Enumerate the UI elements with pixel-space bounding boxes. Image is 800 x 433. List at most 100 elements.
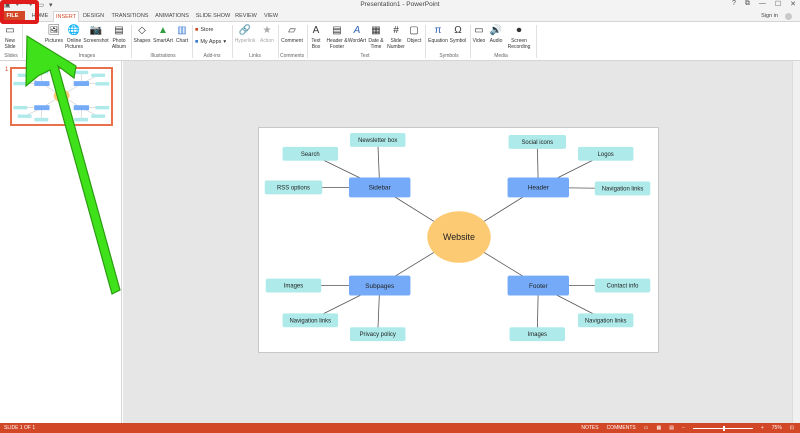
center-node-website[interactable]: Website: [427, 211, 491, 263]
leaf-node-logos[interactable]: Logos: [577, 146, 634, 161]
leaf-node-images[interactable]: [13, 105, 28, 110]
slide-sorter-icon[interactable]: ▦: [656, 423, 661, 433]
text-box-button[interactable]: A Text Box: [309, 24, 323, 50]
chart-button[interactable]: ▥ Chart: [175, 24, 189, 44]
group-label-media: Media: [494, 53, 508, 59]
ribbon-display-icon[interactable]: ⧉: [745, 0, 750, 8]
symbol-button[interactable]: Ω Symbol: [449, 24, 467, 44]
omega-icon: Ω: [454, 24, 462, 36]
new-slide-button[interactable]: ▭ New Slide: [2, 24, 18, 50]
online-pictures-button[interactable]: 🌐 Online Pictures: [64, 24, 84, 50]
comment-button[interactable]: ▱ Comment: [280, 24, 304, 44]
tab-animations[interactable]: ANIMATIONS: [152, 11, 192, 22]
leaf-node-search[interactable]: [17, 73, 32, 78]
leaf-node-navigation-links[interactable]: [95, 82, 110, 86]
leaf-node-logos[interactable]: [91, 73, 106, 78]
sign-in-link[interactable]: Sign in: [761, 11, 778, 22]
tab-view[interactable]: VIEW: [261, 11, 281, 22]
slide-number-button[interactable]: # Slide Number: [386, 24, 406, 50]
zoom-level[interactable]: 75%: [772, 423, 782, 433]
leaf-node-rss-options[interactable]: [13, 81, 28, 86]
branch-node-subpages[interactable]: Subpages: [348, 275, 411, 296]
screenshot-button[interactable]: 📷 Screenshot: [83, 24, 108, 44]
smartart-button[interactable]: ▲ SmartArt: [152, 24, 174, 44]
window-title: Presentation1 - PowerPoint: [360, 1, 440, 8]
leaf-node-newsletter-box[interactable]: [34, 70, 49, 74]
zoom-slider-handle[interactable]: [722, 425, 725, 431]
tab-review[interactable]: REVIEW: [234, 11, 258, 22]
screen-recording-button[interactable]: ⏺ Screen Recording: [506, 24, 532, 50]
minimize-icon[interactable]: —: [759, 0, 766, 8]
status-right-controls: NOTES COMMENTS ▭ ▦ ▤ − + 75% ⊡: [581, 423, 794, 433]
branch-node-header[interactable]: Header: [507, 177, 570, 198]
avatar[interactable]: [785, 13, 792, 20]
leaf-node-search-shape: [17, 73, 32, 78]
leaf-node-privacy-policy[interactable]: Privacy policy: [349, 327, 406, 342]
branch-node-footer[interactable]: [73, 105, 90, 111]
my-apps-button[interactable]: ■ My Apps ▾: [195, 39, 226, 45]
leaf-node-newsletter-box[interactable]: Newsletter box: [349, 132, 406, 147]
branch-node-header[interactable]: [73, 81, 90, 87]
shapes-button[interactable]: ◇ Shapes: [133, 24, 151, 44]
shapes-icon: ◇: [138, 24, 146, 36]
tab-design[interactable]: DESIGN: [81, 11, 106, 22]
branch-node-sidebar[interactable]: [34, 81, 50, 87]
leaf-node-images-shape: [13, 105, 28, 110]
tab-slide-show[interactable]: SLIDE SHOW: [194, 11, 232, 22]
leaf-node-social-icons[interactable]: Social icons: [508, 134, 567, 149]
branch-node-subpages[interactable]: [34, 105, 50, 111]
reading-view-icon[interactable]: ▤: [669, 423, 674, 433]
leaf-node-images[interactable]: Images: [509, 327, 566, 342]
leaf-node-navigation-links[interactable]: Navigation links: [282, 313, 339, 328]
action-button[interactable]: ★ Action: [258, 24, 276, 44]
tab-transitions[interactable]: TRANSITIONS: [110, 11, 150, 22]
date-time-button[interactable]: ▦ Date & Time: [367, 24, 385, 50]
photo-album-button[interactable]: ▤ Photo Album: [110, 24, 128, 50]
header-footer-button[interactable]: ▤ Header & Footer: [326, 24, 348, 50]
slide-1[interactable]: Sidebar Newsletter box Search RSS options He…: [258, 127, 659, 353]
leaf-node-contact-info[interactable]: Contact info: [594, 278, 651, 293]
powerpoint-window: ▣ ↶ ↷ ▭ ▾ Presentation1 - PowerPoint ? ⧉…: [0, 0, 800, 433]
close-icon[interactable]: ✕: [790, 0, 796, 8]
store-button[interactable]: ■ Store: [195, 27, 213, 33]
equation-button[interactable]: π Equation: [428, 24, 448, 44]
leaf-node-privacy-policy[interactable]: [34, 117, 49, 122]
branch-node-sidebar[interactable]: Sidebar: [348, 177, 411, 198]
leaf-node-social-icons[interactable]: [73, 70, 89, 75]
leaf-node-navigation-links[interactable]: [91, 114, 106, 118]
center-node-website[interactable]: [53, 89, 70, 103]
normal-view-icon[interactable]: ▭: [644, 423, 649, 433]
slide-thumbnail[interactable]: [10, 67, 113, 126]
leaf-node-rss-options[interactable]: RSS options: [264, 180, 323, 195]
pictures-button[interactable]: 🖼 Pictures: [44, 24, 64, 44]
group-label-comments: Comments: [280, 53, 305, 59]
leaf-node-navigation-links[interactable]: Navigation links: [594, 181, 651, 196]
object-button[interactable]: ▢ Object: [406, 24, 422, 44]
hyperlink-label: Hyperlink: [234, 38, 256, 44]
notes-button[interactable]: NOTES: [581, 423, 598, 433]
branch-node-footer[interactable]: Footer: [507, 275, 570, 296]
hyperlink-button[interactable]: 🔗 Hyperlink: [234, 24, 256, 44]
slide-count: SLIDE 1 OF 1: [4, 425, 36, 431]
wordart-button[interactable]: A WordArt: [348, 24, 366, 44]
leaf-node-contact-info[interactable]: [95, 105, 110, 110]
help-icon[interactable]: ?: [732, 0, 736, 8]
leaf-node-search[interactable]: Search: [282, 146, 339, 161]
maximize-icon[interactable]: ☐: [775, 0, 781, 8]
zoom-slider[interactable]: [692, 425, 753, 431]
leaf-node-navigation-links[interactable]: [17, 114, 32, 118]
leaf-node-images[interactable]: Images: [265, 278, 322, 293]
video-button[interactable]: ▭ Video: [472, 24, 486, 44]
wordart-icon: A: [353, 24, 361, 36]
leaf-node-navigation-links[interactable]: Navigation links: [577, 313, 634, 328]
audio-button[interactable]: 🔊 Audio: [488, 24, 504, 44]
mindmap-diagram[interactable]: Sidebar Newsletter box Search RSS options He…: [259, 128, 658, 352]
zoom-out-icon[interactable]: −: [682, 423, 685, 433]
group-separator: [232, 25, 233, 58]
photo-album-label: Photo Album: [111, 38, 127, 50]
fit-slide-icon[interactable]: ⊡: [790, 423, 794, 433]
zoom-in-icon[interactable]: +: [761, 423, 764, 433]
comments-button[interactable]: COMMENTS: [607, 423, 636, 433]
leaf-node-images[interactable]: [74, 117, 89, 122]
vertical-scrollbar[interactable]: [792, 61, 800, 423]
